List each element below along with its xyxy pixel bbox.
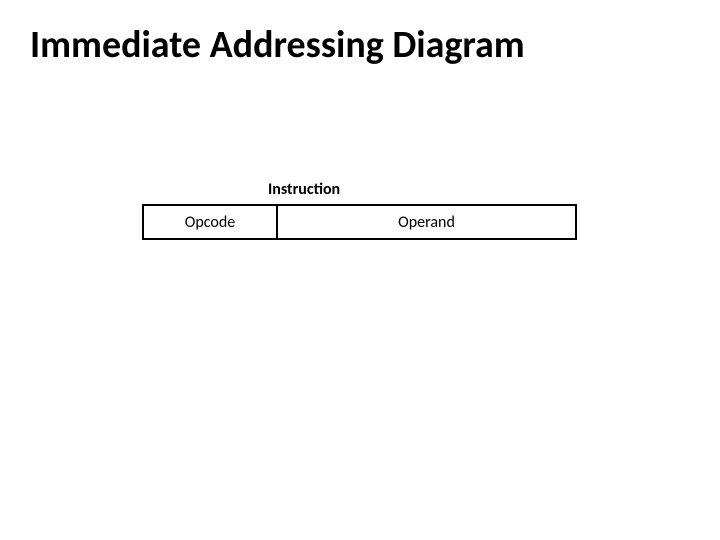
operand-cell: Operand — [278, 204, 577, 240]
instruction-label: Instruction — [268, 180, 340, 199]
page-title: Immediate Addressing Diagram — [30, 22, 525, 68]
opcode-cell: Opcode — [142, 204, 278, 240]
instruction-box: Opcode Operand — [142, 204, 577, 240]
